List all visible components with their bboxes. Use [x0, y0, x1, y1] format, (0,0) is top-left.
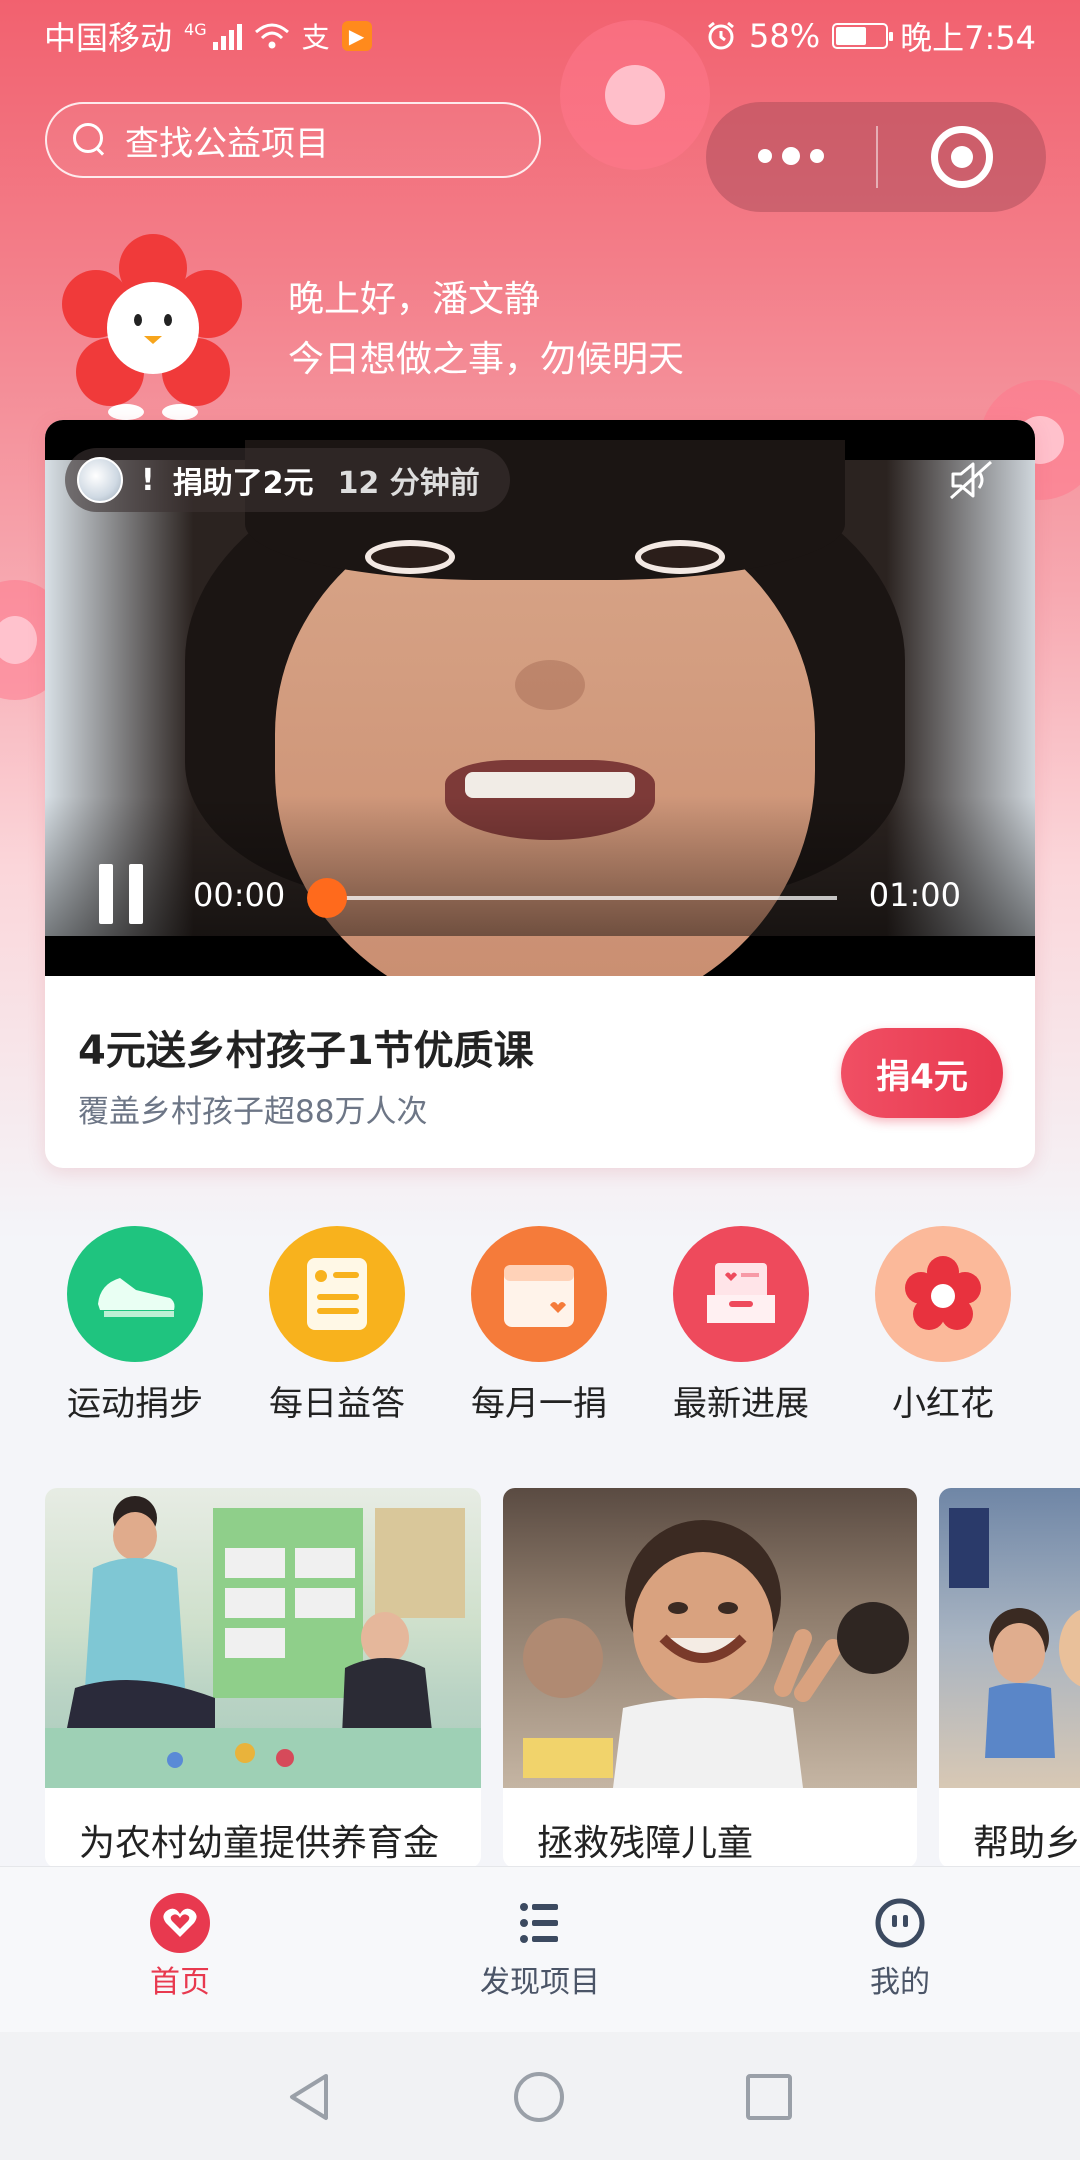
mini-program-capsule — [706, 102, 1046, 212]
greeting-motto: 今日想做之事，勿候明天 — [288, 339, 685, 380]
project-photo — [939, 1488, 1080, 1788]
donor-avatar — [77, 457, 123, 503]
featured-title: 4元送乡村孩子1节优质课 — [78, 1028, 534, 1074]
quick-entry-daily-quiz[interactable]: 每日益答 — [237, 1226, 437, 1425]
wifi-icon — [254, 23, 289, 49]
target-icon — [931, 126, 993, 188]
signal-icon — [212, 22, 242, 50]
carrier-name: 中国移动 — [44, 19, 173, 57]
tab-label: 发现项目 — [480, 1965, 600, 2000]
project-carousel: 为农村幼童提供养育金 拯救残障儿童 帮助乡 — [0, 1488, 1080, 1868]
search-placeholder: 查找公益项目 — [125, 123, 329, 164]
red-flower-icon — [875, 1226, 1011, 1362]
clock: 晚上7:54 — [900, 19, 1036, 57]
quick-entry-sport-steps[interactable]: 运动捐步 — [35, 1226, 235, 1425]
quick-entry-label: 运动捐步 — [67, 1384, 203, 1424]
tab-mine[interactable]: 我的 — [800, 1893, 1000, 2001]
quick-entry-label: 每日益答 — [269, 1384, 405, 1424]
sneaker-icon — [67, 1226, 203, 1362]
project-title: 拯救残障儿童 — [537, 1823, 754, 1864]
player-controls: 00:00 01:00 — [45, 860, 1035, 936]
current-time: 00:00 — [193, 876, 286, 914]
battery-percent: 58% — [749, 17, 821, 55]
flower-mascot-icon — [62, 234, 242, 420]
project-photo — [45, 1488, 481, 1788]
greeting-line: 晚上好，潘文静 — [288, 279, 541, 320]
status-bar: 中国移动 4G 支 ▶ 58% 晚上7:54 — [0, 0, 1080, 72]
alipay-icon: 支 — [301, 21, 330, 54]
status-right: 58% 晚上7:54 — [705, 13, 1036, 59]
duration: 01:00 — [868, 876, 961, 914]
quiz-card-icon — [269, 1226, 405, 1362]
project-title: 帮助乡 — [973, 1823, 1080, 1864]
quick-entry-monthly-donate[interactable]: 每月一捐 — [439, 1226, 639, 1425]
donation-time: 12 分钟前 — [337, 466, 480, 501]
video-player[interactable]: ! 捐助了2元 12 分钟前 00:00 01:00 — [45, 420, 1035, 976]
search-input[interactable]: 查找公益项目 — [45, 102, 541, 178]
donate-button[interactable]: 捐4元 — [841, 1028, 1003, 1118]
face-icon — [870, 1893, 930, 1953]
more-button[interactable] — [706, 147, 876, 165]
video-app-icon: ▶ — [341, 21, 372, 51]
tab-label: 首页 — [150, 1965, 210, 2000]
list-icon — [510, 1893, 570, 1953]
alarm-icon — [708, 21, 734, 50]
status-left: 中国移动 4G 支 ▶ — [44, 13, 372, 59]
mute-icon[interactable] — [947, 458, 995, 502]
quick-entry-red-flower[interactable]: 小红花 — [843, 1226, 1043, 1425]
search-icon — [73, 123, 107, 157]
heart-home-icon — [150, 1893, 210, 1953]
project-photo — [503, 1488, 917, 1788]
donor-name: ! — [141, 462, 155, 498]
system-navigation-bar — [0, 2032, 1080, 2160]
project-card[interactable]: 为农村幼童提供养育金 — [45, 1488, 481, 1868]
network-type: 4G — [184, 19, 207, 39]
recent-apps-icon[interactable] — [746, 2074, 792, 2120]
quick-entry-label: 最新进展 — [673, 1384, 809, 1424]
progress-knob[interactable] — [307, 878, 347, 918]
quick-entry-label: 每月一捐 — [471, 1384, 607, 1424]
project-card[interactable]: 拯救残障儿童 — [503, 1488, 917, 1868]
project-card[interactable]: 帮助乡 — [939, 1488, 1080, 1868]
calendar-heart-icon — [471, 1226, 607, 1362]
greeting: 晚上好，潘文静 今日想做之事，勿候明天 — [288, 270, 684, 390]
progress-track[interactable] — [327, 896, 837, 900]
tab-home[interactable]: 首页 — [80, 1893, 280, 2001]
pause-icon[interactable] — [99, 864, 145, 924]
quick-entry-label: 小红花 — [892, 1384, 994, 1424]
bottom-tab-bar: 首页 发现项目 我的 — [0, 1866, 1080, 2032]
home-icon[interactable] — [514, 2072, 564, 2122]
featured-subtitle: 覆盖乡村孩子超88万人次 — [78, 1094, 428, 1130]
quick-entry-latest-progress[interactable]: 最新进展 — [641, 1226, 841, 1425]
donation-action: 捐助了2元 — [172, 466, 314, 501]
close-mini-program-button[interactable] — [878, 126, 1046, 188]
quick-entries: 运动捐步 每日益答 每月一捐 最新进展 小红花 — [0, 1226, 1080, 1436]
featured-project-card[interactable]: ! 捐助了2元 12 分钟前 00:00 01:00 4元送乡村孩子1节优质课 … — [45, 420, 1035, 1168]
featured-info: 4元送乡村孩子1节优质课 覆盖乡村孩子超88万人次 捐4元 — [45, 976, 1035, 1168]
project-title: 为农村幼童提供养育金 — [79, 1823, 440, 1864]
tab-label: 我的 — [870, 1965, 930, 2000]
inbox-heart-icon — [673, 1226, 809, 1362]
battery-icon — [832, 23, 894, 49]
back-icon[interactable] — [286, 2072, 332, 2122]
tab-discover-projects[interactable]: 发现项目 — [440, 1893, 640, 2001]
recent-donation-ticker: ! 捐助了2元 12 分钟前 — [65, 448, 510, 512]
